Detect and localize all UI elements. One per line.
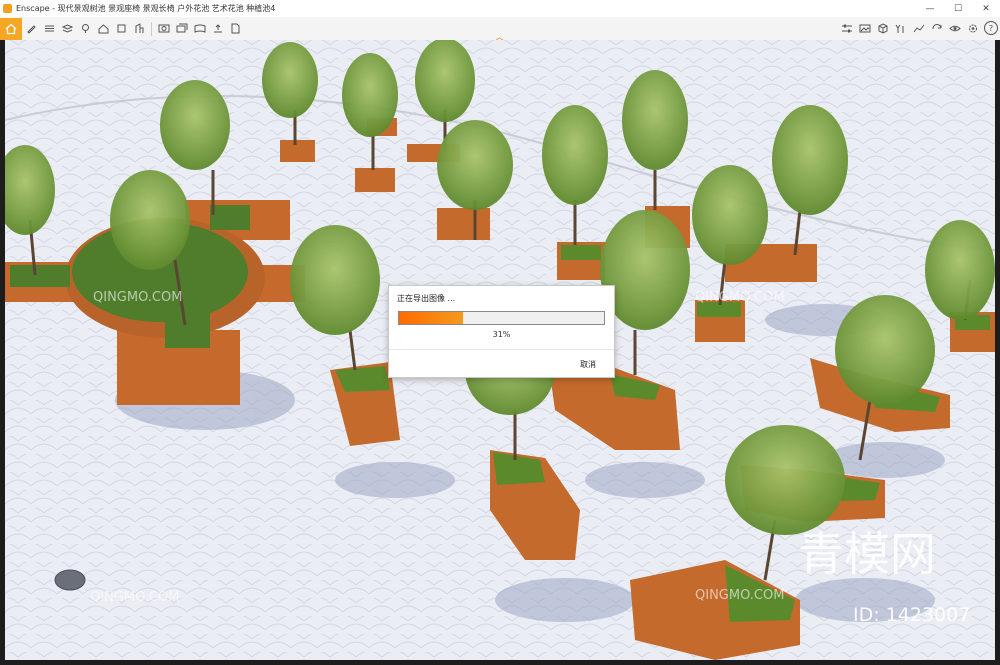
- house-button[interactable]: [94, 18, 112, 40]
- watermark-site-4: QINGMO.COM: [695, 588, 785, 603]
- layers-button[interactable]: [58, 18, 76, 40]
- building-button[interactable]: [130, 18, 148, 40]
- building-icon: [135, 23, 143, 33]
- title-bar: Enscape - 现代景观树池 景观座椅 景观长椅 户外花池 艺术花池 种植池…: [0, 0, 1000, 17]
- visibility-button[interactable]: [946, 17, 964, 39]
- export-icon: [214, 24, 222, 33]
- settings-sliders-button[interactable]: [838, 17, 856, 39]
- settings-sliders-icon: [842, 24, 852, 32]
- help-icon: ?: [984, 21, 998, 35]
- watermark-site-2: QINGMO.COM: [695, 290, 785, 305]
- watermark-site-3: QINGMO.COM: [90, 590, 180, 605]
- pencil-icon: [26, 25, 36, 34]
- export-progress-dialog: 正在导出图像 ... 31% 取消: [388, 285, 615, 378]
- gear-icon: [969, 24, 977, 32]
- cube-button[interactable]: [874, 17, 892, 39]
- asset-icon: [895, 24, 904, 33]
- sync-icon: [932, 23, 942, 29]
- pencil-button[interactable]: [22, 18, 40, 40]
- maximize-button[interactable]: ☐: [944, 0, 972, 17]
- panorama-button[interactable]: [191, 18, 209, 40]
- cancel-button[interactable]: 取消: [580, 359, 596, 370]
- help-label: ?: [988, 23, 994, 33]
- batch-render-icon: [176, 23, 188, 33]
- image-icon: [859, 24, 871, 32]
- watermark-site-1: QINGMO.COM: [93, 290, 183, 305]
- settings-button[interactable]: [964, 17, 982, 39]
- image-button[interactable]: [856, 17, 874, 39]
- chart-icon: [913, 24, 925, 32]
- dialog-separator: [389, 349, 614, 350]
- house-icon: [98, 24, 108, 34]
- close-button[interactable]: ✕: [972, 0, 1000, 17]
- screenshot-button[interactable]: [155, 18, 173, 40]
- watermark-id: ID: 1423007: [853, 604, 971, 626]
- cube-icon: [878, 22, 888, 34]
- toolbar-separator: [151, 21, 152, 36]
- map-pin-button[interactable]: [76, 18, 94, 40]
- box-button[interactable]: [112, 18, 130, 40]
- export-button[interactable]: [209, 18, 227, 40]
- box-icon: [117, 24, 125, 33]
- enscape-logo-icon: [3, 4, 12, 13]
- export-progress-bar: [398, 311, 605, 325]
- progress-fill: [399, 312, 463, 324]
- visibility-icon: [949, 25, 961, 31]
- export-file-icon: [231, 23, 240, 34]
- progress-percent-label: 31%: [492, 330, 511, 339]
- dialog-title: 正在导出图像 ...: [397, 294, 456, 303]
- home-button[interactable]: [0, 17, 22, 40]
- minimize-button[interactable]: —: [916, 0, 944, 17]
- right-toolbar: ?: [838, 17, 1000, 40]
- help-button[interactable]: ?: [982, 17, 1000, 39]
- export-file-button[interactable]: [227, 18, 245, 40]
- screenshot-icon: [158, 24, 170, 33]
- watermark-brand: 青模网: [798, 527, 936, 581]
- map-pin-icon: [81, 24, 89, 33]
- layers-icon: [61, 24, 73, 33]
- home-icon: [5, 23, 17, 34]
- chart-button[interactable]: [910, 17, 928, 39]
- batch-render-button[interactable]: [173, 18, 191, 40]
- list-icon: [44, 25, 54, 32]
- sync-button[interactable]: [928, 17, 946, 39]
- asset-button[interactable]: [892, 17, 910, 39]
- list-button[interactable]: [40, 18, 58, 40]
- panorama-icon: [194, 24, 206, 33]
- window-title: Enscape - 现代景观树池 景观座椅 景观长椅 户外花池 艺术花池 种植池…: [16, 4, 276, 13]
